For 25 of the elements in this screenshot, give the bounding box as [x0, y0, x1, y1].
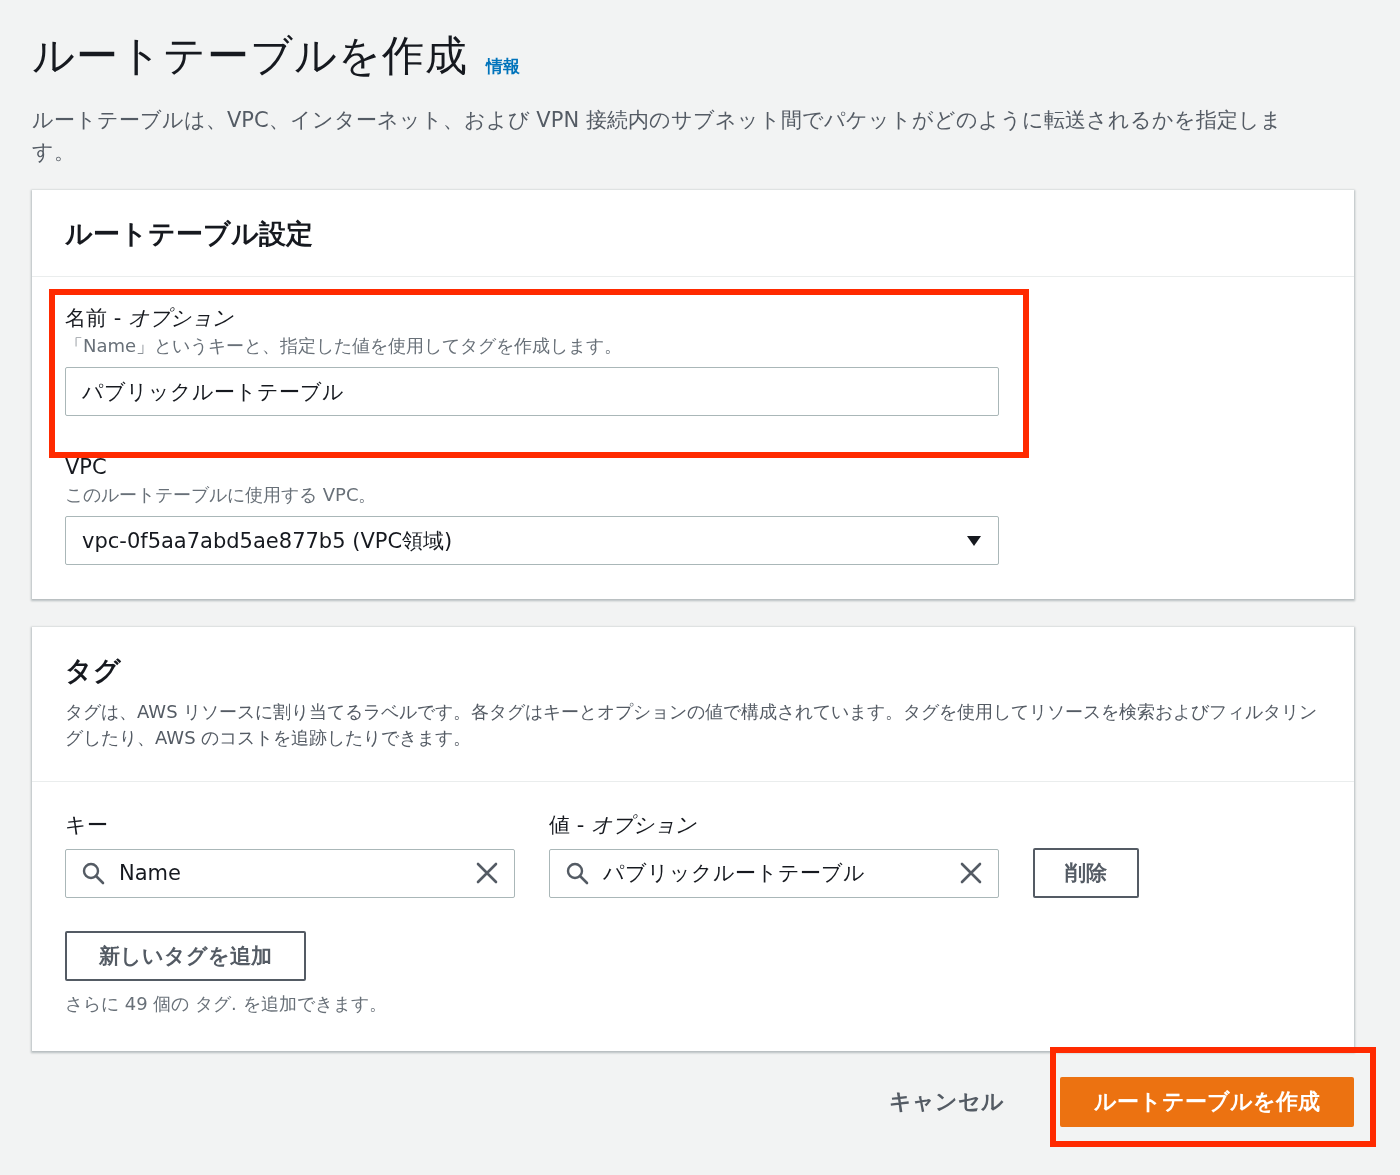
caret-icon	[966, 534, 982, 547]
info-link[interactable]: 情報	[486, 55, 520, 84]
page-title: ルートテーブルを作成	[32, 30, 468, 82]
clear-icon	[476, 862, 498, 884]
field-hint: 「Name」というキーと、指定した値を使用してタグを作成します。	[65, 334, 624, 358]
column-label: 値 - オプション	[549, 812, 698, 839]
value-input-field[interactable]: パブリックルートテーブル	[549, 848, 999, 898]
key-input-field[interactable]: Name	[65, 848, 515, 898]
remaining-tags-note: さらに 49 個の タグ. を追加できます。	[65, 992, 388, 1016]
section-heading: ルートテーブル設定	[65, 217, 314, 251]
search-icon	[82, 861, 105, 885]
add-tag-button[interactable]: 新しいタグを追加	[65, 931, 306, 981]
column-label: キー	[65, 812, 109, 839]
search-icon	[566, 861, 589, 885]
name-input-field[interactable]: パブリックルートテーブル	[65, 367, 999, 416]
remove-button[interactable]: 削除	[1033, 848, 1139, 898]
vpc-dropdown[interactable]: vpc-0f5aa7abd5ae877b5 (VPC領域)	[65, 516, 999, 565]
page-description: ルートテーブルは、VPC、インターネット、および VPN 接続内のサブネット間でパケットがどのように転送されるかを指定します。	[32, 107, 1283, 166]
section-heading: タグ	[65, 654, 122, 688]
field-label: 名前 - オプション	[65, 305, 235, 332]
cancel-button[interactable]: キャンセル	[883, 1086, 1010, 1118]
field-hint: このルートテーブルに使用する VPC。	[65, 483, 378, 507]
section-description: タグは、AWS リソースに割り当てるラベルです。各タグはキーとオプションの値で構成されています。タグを使用してリソースを検索およびフィルタリングしたり、AWS のコストを追跡したりできます。	[65, 700, 1319, 750]
field-label: VPC	[65, 454, 108, 481]
clear-icon	[960, 862, 982, 884]
